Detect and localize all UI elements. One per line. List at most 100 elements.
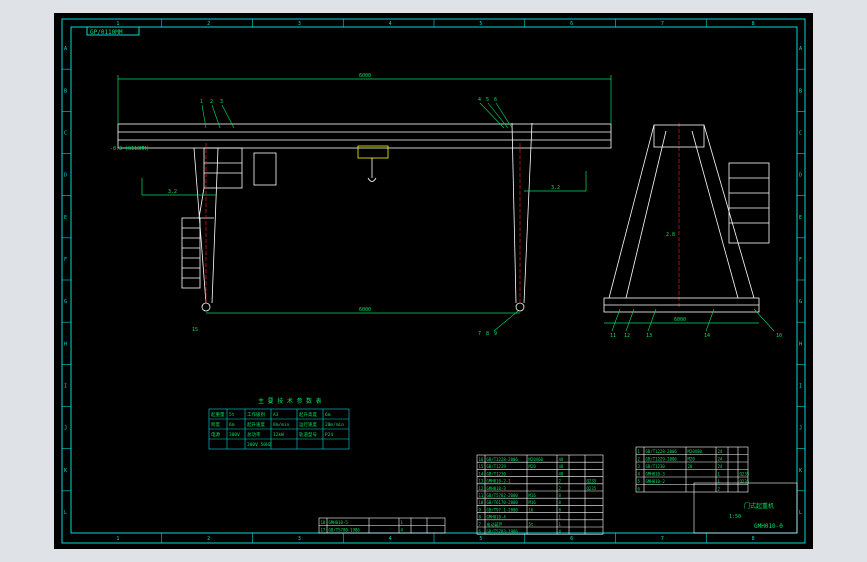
parts-left-cell: 15: [479, 464, 484, 469]
callout-label: 2: [210, 99, 213, 105]
zone-number-bottom: 1: [116, 536, 119, 542]
parts-right-cell: GMH010-3: [646, 472, 666, 477]
parts-right-cell: GB/T1230: [646, 464, 666, 469]
callout-label: 6: [494, 97, 497, 103]
parts-right-cell: M20X80: [688, 449, 703, 454]
parts-left-cell: 16: [479, 457, 484, 462]
callout-label: 7: [478, 331, 481, 337]
zone-number-top: 6: [570, 21, 573, 27]
zone-number-bottom: 2: [207, 536, 210, 542]
callout-label: 12: [624, 333, 630, 339]
parts-list-right-block: 1 GB/T1228-2006 M20X80 242 GB/T1229-2006 M20 2…: [635, 446, 750, 493]
title-block-drawing-no: GMH010-0: [754, 523, 783, 530]
zone-number-bottom: 4: [389, 536, 392, 542]
callout-label: 1: [200, 99, 203, 105]
zone-letter-right: B: [799, 88, 802, 94]
tech-table-cell: 工作级别: [247, 411, 265, 418]
parts-left-cell: GB/T1229: [487, 464, 507, 469]
cad-viewport: 12345678 12345678 ABCDEFGHIJKL ABCDEFGHI…: [0, 0, 867, 562]
parts-left-cell: GB/T6170-2000: [487, 500, 519, 505]
parts-right-cell: 24: [718, 457, 723, 462]
parts-left-cell: 7: [479, 522, 482, 527]
parts-right-cell: Q235: [740, 472, 750, 477]
leg-callout: 15: [192, 327, 198, 333]
zone-letter-right: E: [799, 215, 802, 221]
zone-number-top: 1: [116, 21, 119, 27]
parts-right-cell: GB/T1229-2006: [646, 457, 678, 462]
span-dimension: 6000: [359, 73, 371, 79]
parts-right-cell: 24: [718, 464, 723, 469]
parts-left-cell: GB/T1230: [487, 471, 507, 476]
zone-letter-left: H: [64, 341, 67, 347]
zone-letter-left: I: [64, 383, 67, 389]
zone-number-top: 4: [389, 21, 392, 27]
callout-label: 11: [610, 333, 616, 339]
parts-left-cell: 14: [479, 471, 484, 476]
parts-list-bottom-rows: 18 GMH010-5 1 17 GB/T5780-1986 4: [318, 517, 446, 534]
tech-table-cell: A3: [273, 412, 279, 418]
zone-letter-right: F: [799, 257, 802, 263]
parts-bottom-cell: GB/T5780-1986: [329, 528, 361, 533]
zone-letter-right: C: [799, 130, 802, 136]
tech-table-cell: 起重量: [211, 411, 225, 418]
drawing-canvas[interactable]: 12345678 12345678 ABCDEFGHIJKL ABCDEFGHI…: [54, 13, 813, 549]
corner-tag: GP/0110MM: [86, 26, 140, 36]
parts-left-cell: Q235: [587, 479, 597, 484]
zone-letter-column-right: A B C D E F G H I J K L: [797, 46, 805, 516]
side-view[interactable]: [603, 124, 770, 313]
zone-letter-left: C: [64, 130, 67, 136]
drawing-sheet[interactable]: 12345678 12345678 ABCDEFGHIJKL ABCDEFGHI…: [54, 13, 813, 549]
side-right-leg: [691, 124, 755, 299]
left-leg-ladder-cage: [203, 147, 243, 189]
zone-letter-right: J: [799, 426, 802, 432]
zone-letter-right: I: [799, 383, 802, 389]
callout-leader: [211, 104, 221, 129]
parts-left-cell: M16: [529, 493, 537, 498]
parts-left-cell: 1: [559, 522, 562, 527]
parts-right-cell: 3: [638, 464, 641, 469]
callout-label: 13: [646, 333, 652, 339]
zone-number-row-bottom: 1 2 3 4 5 6 7 8: [116, 533, 755, 543]
parts-bottom-cell: 18: [321, 520, 326, 525]
parts-left-cell: 1: [559, 515, 562, 520]
zone-letter-left: L: [64, 510, 67, 516]
callout-leader: [753, 308, 775, 332]
tech-table-cell: 6m: [325, 412, 331, 418]
side-height-dim: 2.8: [666, 232, 675, 238]
parts-right-cell: 24: [718, 449, 723, 454]
title-block: 门式起重机 GMH010-0 1:50: [693, 482, 798, 534]
left-wheel: [201, 302, 211, 312]
front-dimensions: [117, 75, 612, 314]
zone-number-bottom: 6: [570, 536, 573, 542]
parts-left-cell: 48: [559, 457, 564, 462]
tech-table-cell: 20m/min: [325, 422, 344, 428]
zone-number-row-top: 1 2 3 4 5 6 7 8: [116, 19, 755, 27]
parts-right-cell: 2: [638, 457, 641, 462]
parts-right-cell: GMH010-2: [646, 479, 666, 484]
parts-left-cell: 8: [559, 493, 562, 498]
parts-left-cell: 电动葫芦: [487, 521, 503, 527]
zone-number-top: 3: [298, 21, 301, 27]
tech-table-title: 主 要 技 术 参 数 表: [258, 397, 322, 405]
callout-label: 10: [776, 333, 782, 339]
zone-number-top: 8: [752, 21, 755, 27]
front-view[interactable]: [117, 122, 612, 312]
tech-table-cell: 运行速度: [299, 421, 317, 428]
tech-table-body: 起重量 5t 工作级别 A3 起升高度 6m 跨度 6m 起升速度 8m/min 运行速度 20m/m…: [208, 408, 350, 450]
side-left-leg: [608, 124, 667, 299]
parts-right-cell: M20: [688, 457, 696, 462]
callout-leader: [493, 310, 519, 332]
left-stair-flight: [181, 217, 201, 289]
tech-table-cell: 8m/min: [273, 422, 290, 428]
parts-left-cell: M20X60: [529, 457, 544, 462]
parts-left-cell: GMH010-2-1: [487, 479, 512, 484]
callout-label: 8: [486, 331, 489, 337]
parts-left-cell: 10: [479, 500, 484, 505]
parts-right-cell: 5: [638, 479, 641, 484]
zone-letter-left: E: [64, 215, 67, 221]
parts-left-cell: Q235: [587, 486, 597, 491]
side-callouts-bottom: 11 12 13 14: [610, 308, 715, 339]
zone-letter-left: F: [64, 257, 67, 263]
left-height-dim: 3.2: [168, 189, 177, 195]
rail-span-dimension: 6000: [359, 307, 371, 313]
